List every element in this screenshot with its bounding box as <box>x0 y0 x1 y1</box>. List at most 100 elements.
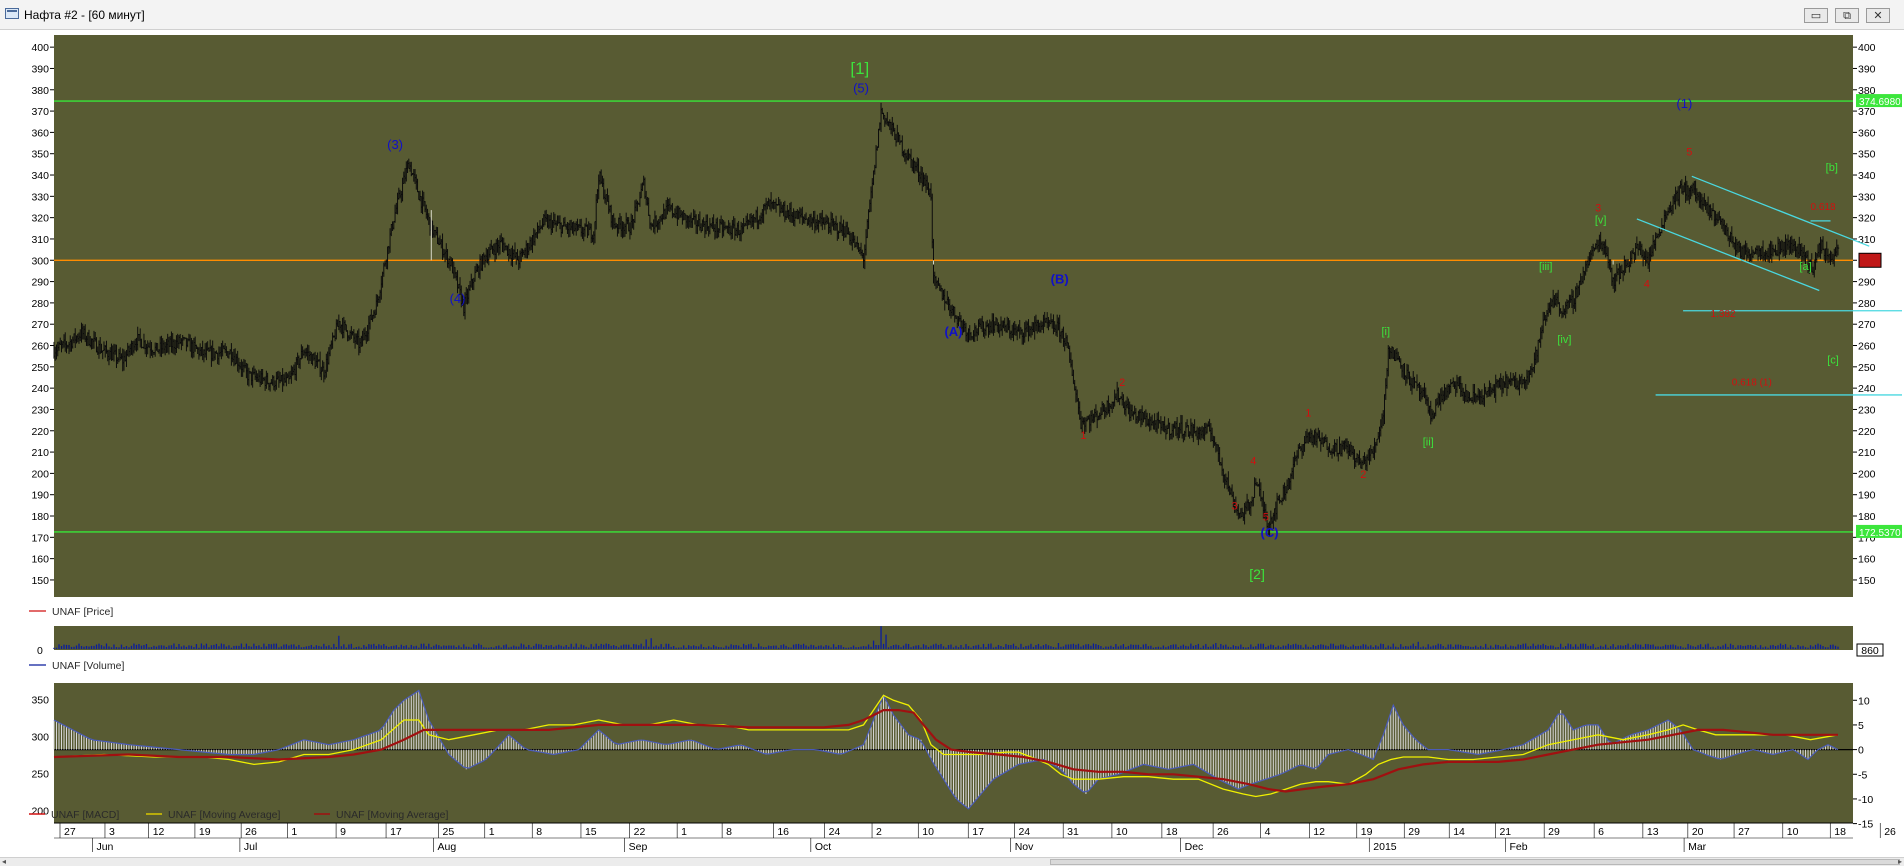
volume-legend-label: UNAF [Volume] <box>52 660 124 672</box>
wave-label: [2] <box>1249 566 1265 582</box>
price-ytick-left: 320 <box>31 213 49 225</box>
price-ytick-right: 350 <box>1858 149 1876 161</box>
time-day-label: 6 <box>1598 826 1604 838</box>
price-ytick-left: 240 <box>31 383 49 395</box>
time-axis[interactable] <box>54 823 1853 857</box>
time-month-label: 2015 <box>1373 841 1397 853</box>
time-day-label: 19 <box>199 826 211 838</box>
close-button[interactable]: ✕ <box>1866 8 1890 23</box>
wave-label: (5) <box>853 80 869 95</box>
time-month-label: Oct <box>815 841 831 853</box>
price-ytick-left: 270 <box>31 319 49 331</box>
time-day-label: 3 <box>109 826 115 838</box>
wave-label: (B) <box>1051 272 1069 287</box>
price-ytick-left: 230 <box>31 404 49 416</box>
scrollbar-thumb[interactable] <box>1050 859 1900 865</box>
macd-left-tick: 350 <box>31 694 49 706</box>
time-day-label: 14 <box>1453 826 1465 838</box>
wave-label: 1.382 <box>1711 309 1736 320</box>
time-day-label: 1 <box>681 826 687 838</box>
wave-label: 5 <box>1263 512 1269 524</box>
time-month-label: Aug <box>438 841 457 853</box>
price-panel-plot[interactable] <box>54 35 1853 597</box>
restore-button[interactable]: ⧉ <box>1835 8 1859 23</box>
price-ytick-left: 280 <box>31 298 49 310</box>
price-ytick-right: 390 <box>1858 63 1876 75</box>
chart-frame: UNAF [Price] 400 400 390 390 380 380 370 370 360… <box>1 30 1902 858</box>
wave-label: [ii] <box>1423 436 1434 448</box>
price-ytick-right: 220 <box>1858 426 1876 438</box>
time-month-label: Nov <box>1015 841 1034 853</box>
wave-label: (A) <box>944 324 962 339</box>
wave-label: [iii] <box>1539 261 1552 273</box>
price-ytick-left: 330 <box>31 191 49 203</box>
macd-right-tick: 5 <box>1858 720 1864 732</box>
wave-label: [a] <box>1799 261 1811 273</box>
price-ytick-right: 210 <box>1858 447 1876 459</box>
time-day-label: 19 <box>1361 826 1373 838</box>
time-month-label: Sep <box>629 841 648 853</box>
time-day-label: 20 <box>1692 826 1704 838</box>
wave-label: 0.618 <box>1811 202 1836 213</box>
macd-legend-label: UNAF [Moving Average] <box>336 809 449 821</box>
price-ytick-left: 220 <box>31 426 49 438</box>
wave-label: (C) <box>1261 525 1279 540</box>
wave-label: 5 <box>1686 146 1692 158</box>
time-day-label: 26 <box>1217 826 1229 838</box>
price-ytick-right: 200 <box>1858 468 1876 480</box>
wave-label: 2 <box>1360 469 1366 481</box>
time-day-label: 12 <box>1313 826 1325 838</box>
minimize-button[interactable]: ▭ <box>1804 8 1828 23</box>
time-day-label: 27 <box>1738 826 1750 838</box>
macd-right-tick: -5 <box>1858 769 1867 781</box>
price-ytick-left: 360 <box>31 127 49 139</box>
time-month-label: Mar <box>1688 841 1707 853</box>
price-ytick-left: 260 <box>31 341 49 353</box>
price-ytick-left: 390 <box>31 63 49 75</box>
time-day-label: 29 <box>1408 826 1420 838</box>
price-ytick-left: 400 <box>31 42 49 54</box>
time-day-label: 26 <box>1884 826 1896 838</box>
wave-label: [i] <box>1381 326 1390 338</box>
price-ytick-right: 360 <box>1858 127 1876 139</box>
time-day-label: 9 <box>340 826 346 838</box>
wave-label: [c] <box>1827 354 1839 366</box>
time-day-label: 24 <box>1018 826 1030 838</box>
price-ytick-right: 230 <box>1858 404 1876 416</box>
price-ytick-left: 340 <box>31 170 49 182</box>
time-month-label: Jul <box>244 841 257 853</box>
time-day-label: 8 <box>726 826 732 838</box>
price-ytick-right: 180 <box>1858 511 1876 523</box>
chart-canvas[interactable]: UNAF [Price] 400 400390 390380 380370 370360… <box>1 30 1902 858</box>
wave-label: 0.618 (1) <box>1732 377 1772 388</box>
wave-label: (1) <box>1676 96 1692 111</box>
wave-label: [1] <box>850 59 869 78</box>
price-ytick-right: 330 <box>1858 191 1876 203</box>
time-day-label: 24 <box>829 826 841 838</box>
price-ytick-left: 200 <box>31 468 49 480</box>
macd-legend-label: UNAF [Moving Average] <box>168 809 281 821</box>
macd-left-tick: 200 <box>31 805 49 817</box>
macd-right-tick: 10 <box>1858 695 1870 707</box>
wave-label: (4) <box>450 291 466 306</box>
price-ytick-left: 290 <box>31 277 49 289</box>
price-ytick-right: 150 <box>1858 575 1876 587</box>
price-ytick-right: 280 <box>1858 298 1876 310</box>
volume-right-value: 860 <box>1861 645 1879 657</box>
price-legend-strip <box>1 597 1902 617</box>
chart-window-icon <box>5 8 19 19</box>
support-level-value: 172.5370 <box>1859 528 1901 539</box>
window-titlebar[interactable]: Нафта #2 - [60 минут] ▭ ⧉ ✕ <box>0 0 1904 30</box>
time-day-label: 10 <box>1787 826 1799 838</box>
price-ytick-left: 300 <box>31 255 49 267</box>
wave-label: 4 <box>1250 455 1256 467</box>
wave-label: 2 <box>1119 377 1125 389</box>
time-day-label: 29 <box>1548 826 1560 838</box>
time-day-label: 10 <box>1116 826 1128 838</box>
time-day-label: 17 <box>390 826 402 838</box>
time-day-label: 26 <box>245 826 257 838</box>
price-ytick-left: 190 <box>31 490 49 502</box>
time-day-label: 15 <box>585 826 597 838</box>
last-price-marker <box>1858 252 1882 268</box>
price-ytick-left: 180 <box>31 511 49 523</box>
